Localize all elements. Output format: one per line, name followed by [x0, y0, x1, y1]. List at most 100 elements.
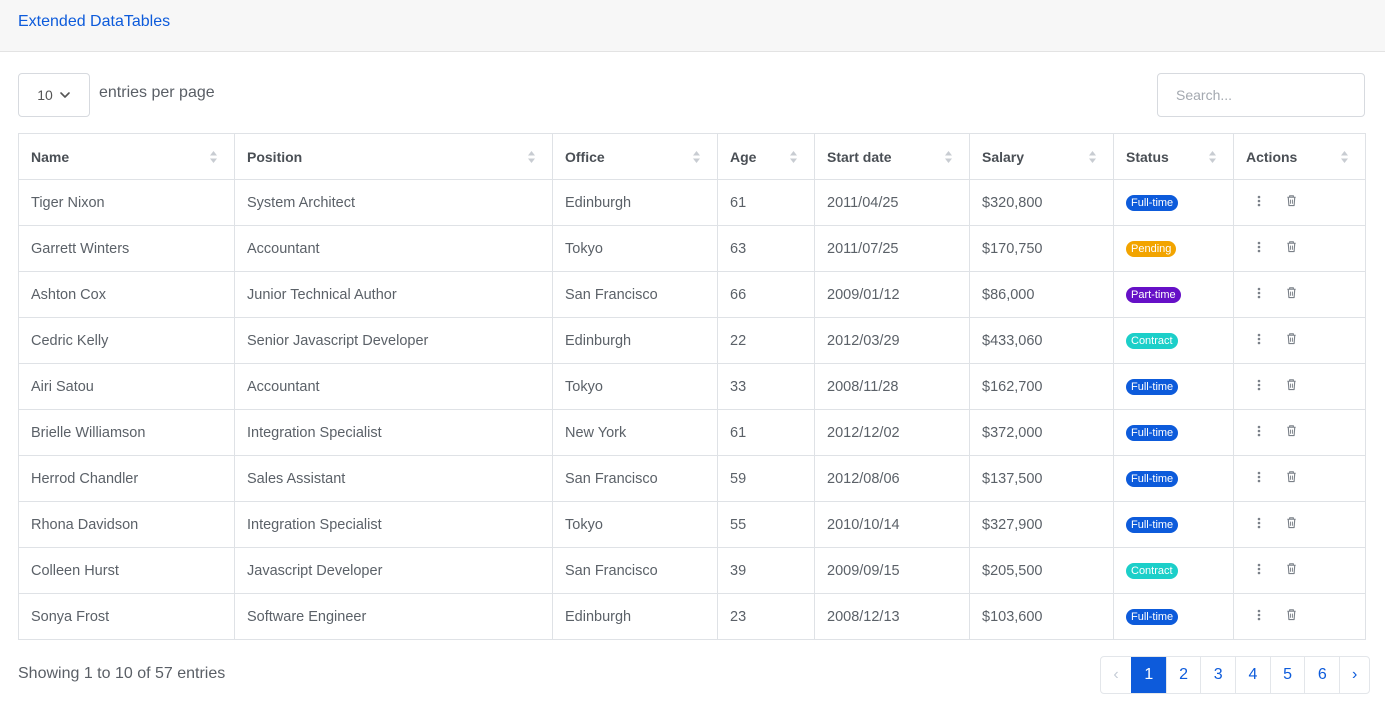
cell-salary: $205,500	[969, 547, 1114, 594]
sort-icon	[692, 150, 701, 164]
cell-age: 23	[717, 593, 815, 640]
trash-icon[interactable]	[1284, 470, 1298, 484]
more-options-icon[interactable]	[1252, 608, 1266, 622]
trash-icon[interactable]	[1284, 286, 1298, 300]
cell-position: Software Engineer	[234, 593, 553, 640]
cell-start: 2012/08/06	[814, 455, 970, 502]
trash-icon[interactable]	[1284, 240, 1298, 254]
cell-salary: $162,700	[969, 363, 1114, 410]
chevron-down-icon	[59, 92, 70, 98]
column-header[interactable]: Start date	[814, 133, 970, 180]
cell-age: 39	[717, 547, 815, 594]
trash-icon[interactable]	[1284, 516, 1298, 530]
table-row: Garrett Winters Accountant Tokyo 63 2011/07/…	[18, 225, 1366, 272]
trash-icon[interactable]	[1284, 562, 1298, 576]
cell-office: Edinburgh	[552, 593, 718, 640]
cell-salary: $327,900	[969, 501, 1114, 548]
data-table: Name Position Office Age Start date Salary Sta…	[18, 133, 1366, 640]
row-actions	[1246, 470, 1298, 484]
next-page-button[interactable]: ›	[1339, 657, 1369, 693]
column-header[interactable]: Age	[717, 133, 815, 180]
column-header[interactable]: Name	[18, 133, 235, 180]
more-options-icon[interactable]	[1252, 286, 1266, 300]
page-button-2[interactable]: 2	[1165, 657, 1201, 693]
more-options-icon[interactable]	[1252, 240, 1266, 254]
more-options-icon[interactable]	[1252, 332, 1266, 346]
trash-icon[interactable]	[1284, 424, 1298, 438]
page-button-1[interactable]: 1	[1131, 657, 1166, 693]
cell-status: Full-time	[1113, 363, 1234, 410]
cell-start: 2012/03/29	[814, 317, 970, 364]
page-button-5[interactable]: 5	[1269, 657, 1305, 693]
column-header[interactable]: Office	[552, 133, 718, 180]
cell-status: Contract	[1113, 547, 1234, 594]
row-actions	[1246, 194, 1298, 208]
table-row: Herrod Chandler Sales Assistant San Franci…	[18, 455, 1366, 502]
cell-position: Sales Assistant	[234, 455, 553, 502]
more-options-icon[interactable]	[1252, 562, 1266, 576]
cell-status: Contract	[1113, 317, 1234, 364]
status-badge: Full-time	[1126, 471, 1179, 487]
more-options-icon[interactable]	[1252, 470, 1266, 484]
trash-icon[interactable]	[1284, 194, 1298, 208]
cell-salary: $320,800	[969, 179, 1114, 226]
cell-start: 2011/04/25	[814, 179, 970, 226]
status-badge: Full-time	[1126, 609, 1179, 625]
cell-name: Sonya Frost	[18, 593, 235, 640]
cell-start: 2008/12/13	[814, 593, 970, 640]
search-input[interactable]	[1157, 73, 1365, 117]
status-badge: Full-time	[1126, 379, 1179, 395]
cell-age: 61	[717, 179, 815, 226]
cell-status: Full-time	[1113, 501, 1234, 548]
cell-start: 2009/09/15	[814, 547, 970, 594]
trash-icon[interactable]	[1284, 332, 1298, 346]
column-header[interactable]: Status	[1113, 133, 1234, 180]
column-header-label: Actions	[1246, 148, 1298, 165]
cell-salary: $86,000	[969, 271, 1114, 318]
cell-office: Edinburgh	[552, 317, 718, 364]
cell-position: Integration Specialist	[234, 501, 553, 548]
column-header[interactable]: Actions	[1233, 133, 1366, 180]
table-row: Airi Satou Accountant Tokyo 33 2008/11/28 $16…	[18, 363, 1366, 410]
row-actions	[1246, 286, 1298, 300]
page-button-6[interactable]: 6	[1304, 657, 1339, 693]
page-title: Extended DataTables	[18, 13, 171, 30]
cell-salary: $137,500	[969, 455, 1114, 502]
cell-office: San Francisco	[552, 455, 718, 502]
entries-per-page-select[interactable]: 10	[18, 73, 90, 117]
sort-icon	[1088, 150, 1097, 164]
trash-icon[interactable]	[1284, 608, 1298, 622]
trash-icon[interactable]	[1284, 378, 1298, 392]
cell-age: 59	[717, 455, 815, 502]
column-header-label: Start date	[827, 148, 892, 165]
cell-salary: $170,750	[969, 225, 1114, 272]
prev-page-button[interactable]: ‹	[1101, 657, 1131, 693]
cell-age: 22	[717, 317, 815, 364]
cell-position: Junior Technical Author	[234, 271, 553, 318]
cell-name: Herrod Chandler	[18, 455, 235, 502]
row-actions	[1246, 424, 1298, 438]
cell-actions	[1233, 501, 1366, 548]
cell-status: Part-time	[1113, 271, 1234, 318]
status-badge: Pending	[1126, 241, 1177, 257]
cell-actions	[1233, 225, 1366, 272]
more-options-icon[interactable]	[1252, 424, 1266, 438]
column-header-label: Salary	[982, 148, 1025, 165]
more-options-icon[interactable]	[1252, 194, 1266, 208]
column-header[interactable]: Salary	[969, 133, 1114, 180]
page-button-4[interactable]: 4	[1235, 657, 1270, 693]
cell-status: Full-time	[1113, 409, 1234, 456]
page-button-3[interactable]: 3	[1200, 657, 1235, 693]
more-options-icon[interactable]	[1252, 516, 1266, 530]
row-actions	[1246, 516, 1298, 530]
cell-position: System Architect	[234, 179, 553, 226]
column-header[interactable]: Position	[234, 133, 553, 180]
cell-start: 2011/07/25	[814, 225, 970, 272]
table-row: Cedric Kelly Senior Javascript Developer E…	[18, 317, 1366, 364]
cell-position: Senior Javascript Developer	[234, 317, 553, 364]
cell-status: Pending	[1113, 225, 1234, 272]
table-body: Tiger Nixon System Architect Edinburgh 61 20…	[18, 179, 1366, 640]
cell-position: Integration Specialist	[234, 409, 553, 456]
more-options-icon[interactable]	[1252, 378, 1266, 392]
cell-name: Brielle Williamson	[18, 409, 235, 456]
